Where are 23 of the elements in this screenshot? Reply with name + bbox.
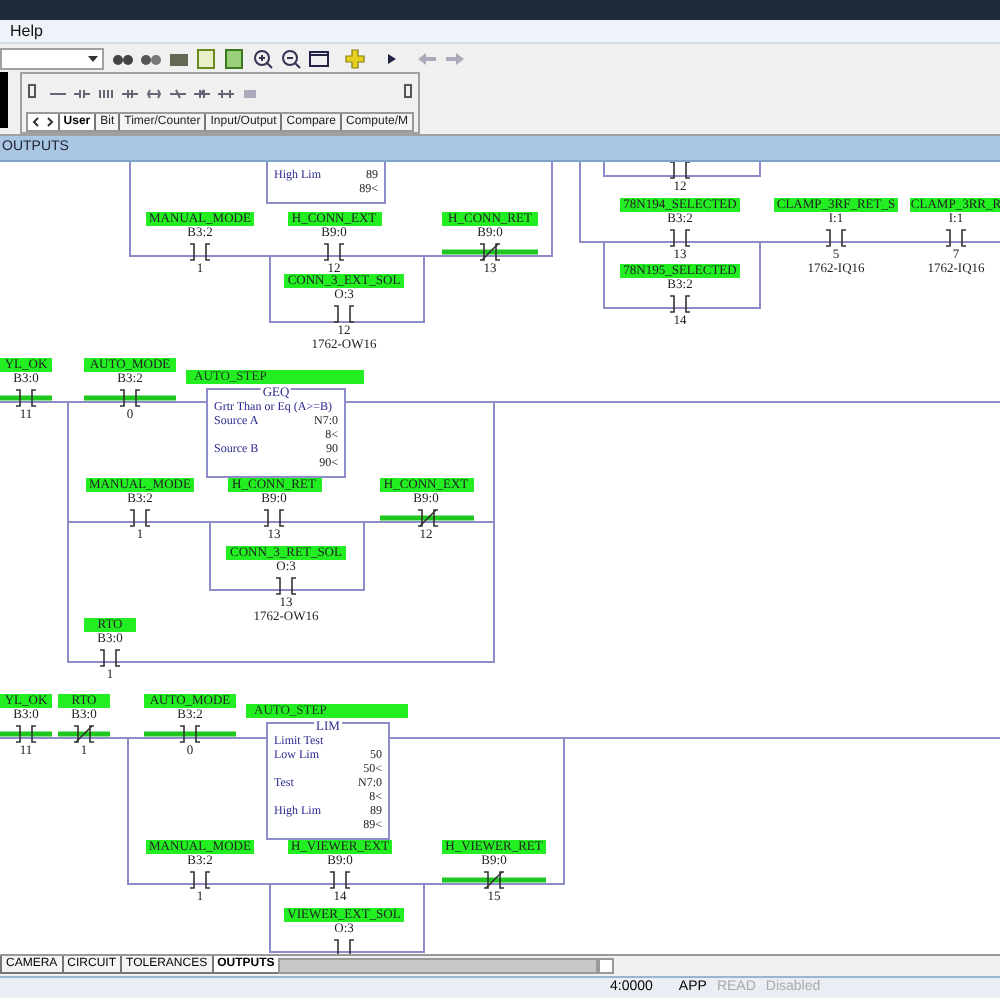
instruction-icon[interactable] [170,86,186,102]
zoom-out-icon[interactable] [280,48,302,70]
instruction-icon[interactable] [74,86,90,102]
caret-icon [88,56,98,62]
zoom-in-icon[interactable] [252,48,274,70]
tab-scroll-left-icon[interactable] [28,114,43,130]
instruction-icon[interactable] [146,86,162,102]
instruction-icon[interactable] [218,86,234,102]
menu-item[interactable]: Help [10,19,43,43]
window-icon[interactable] [308,48,330,70]
instruction-icon[interactable] [194,86,210,102]
document-icon[interactable] [196,48,218,70]
horizontal-scrollbar[interactable] [278,958,599,974]
display-panel [0,72,8,128]
tab-scroll-right-icon[interactable] [42,114,58,130]
dropdown-field[interactable] [0,48,104,70]
scroll-left-icon[interactable] [28,84,36,98]
scroll-right-icon[interactable] [404,84,412,98]
instruction-icon[interactable] [98,86,114,102]
plus-icon[interactable] [344,48,366,70]
document-icon[interactable] [224,48,246,70]
instruction-icon[interactable] [122,86,138,102]
scroll-arrow-button[interactable] [598,958,615,974]
